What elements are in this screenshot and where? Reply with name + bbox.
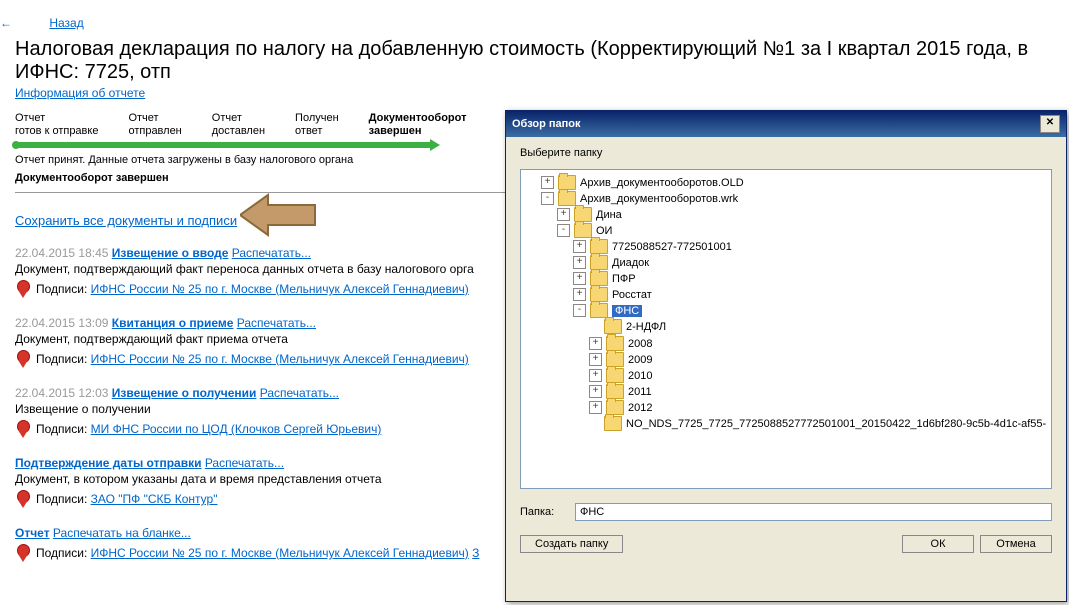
folder-icon — [558, 175, 576, 190]
folder-tree[interactable]: +Архив_документооборотов.OLD -Архив_доку… — [520, 169, 1052, 489]
save-all-link[interactable]: Сохранить все документы и подписи — [15, 213, 237, 228]
back-link[interactable]: Назад — [49, 16, 83, 30]
sig-label: Подписи: — [36, 546, 87, 560]
tree-node-selected[interactable]: -ФНС — [573, 303, 642, 318]
signature-link[interactable]: ИФНС России № 25 по г. Москве (Мельничук… — [91, 282, 469, 296]
tree-node[interactable]: -Архив_документооборотов.wrk — [541, 191, 738, 206]
doc-timestamp: 22.04.2015 12:03 — [15, 386, 108, 400]
tree-node[interactable]: +Росстат — [573, 287, 652, 302]
doc-title-link[interactable]: Квитанция о приеме — [112, 316, 234, 330]
folder-icon — [606, 384, 624, 399]
doc-title-link[interactable]: Подтверждение даты отправки — [15, 456, 201, 470]
signature-extra-link[interactable]: З — [472, 546, 479, 560]
sig-label: Подписи: — [36, 282, 87, 296]
folder-icon — [590, 271, 608, 286]
folder-icon — [604, 416, 622, 431]
progress-bar — [15, 142, 435, 148]
folder-icon — [590, 287, 608, 302]
signature-link[interactable]: ИФНС России № 25 по г. Москве (Мельничук… — [91, 546, 469, 560]
doc-title-link[interactable]: Извещение о получении — [112, 386, 257, 400]
tree-node[interactable]: +ПФР — [573, 271, 636, 286]
tree-node[interactable]: -ОИ — [557, 223, 612, 238]
ok-button[interactable]: ОК — [902, 535, 974, 553]
folder-icon — [606, 400, 624, 415]
page-title: Налоговая декларация по налогу на добавл… — [15, 38, 1069, 84]
signature-link[interactable]: ИФНС России № 25 по г. Москве (Мельничук… — [91, 352, 469, 366]
new-folder-button[interactable]: Создать папку — [520, 535, 623, 553]
close-icon[interactable]: ✕ — [1040, 115, 1060, 133]
signature-icon — [15, 280, 30, 298]
print-blank-link[interactable]: Распечатать на бланке... — [53, 526, 191, 540]
tree-node[interactable]: +2008 — [589, 336, 652, 351]
folder-icon — [574, 207, 592, 222]
tree-node[interactable]: 2-НДФЛ — [589, 319, 666, 334]
sig-label: Подписи: — [36, 352, 87, 366]
print-link[interactable]: Распечатать... — [260, 386, 339, 400]
dialog-title: Обзор папок — [512, 118, 581, 130]
signature-icon — [15, 350, 30, 368]
doc-timestamp: 22.04.2015 18:45 — [15, 246, 108, 260]
tree-node[interactable]: +2011 — [589, 384, 652, 399]
report-info-link[interactable]: Информация об отчете — [15, 86, 145, 100]
tree-node[interactable]: +Архив_документооборотов.OLD — [541, 175, 744, 190]
dialog-titlebar: Обзор папок ✕ — [506, 111, 1066, 137]
sig-label: Подписи: — [36, 492, 87, 506]
browse-folder-dialog: Обзор папок ✕ Выберите папку +Архив_доку… — [505, 110, 1067, 602]
sig-label: Подписи: — [36, 422, 87, 436]
tree-node[interactable]: +Диадок — [573, 255, 649, 270]
folder-field-label: Папка: — [520, 506, 575, 518]
signature-icon — [15, 420, 30, 438]
folder-icon — [606, 352, 624, 367]
tree-node[interactable]: NO_NDS_7725_7725_7725088527772501001_201… — [589, 416, 1046, 431]
doc-timestamp: 22.04.2015 13:09 — [15, 316, 108, 330]
tree-node[interactable]: +2009 — [589, 352, 652, 367]
back-arrow-icon: ← — [0, 16, 12, 30]
folder-icon — [590, 303, 608, 318]
dialog-prompt: Выберите папку — [520, 147, 1052, 159]
signature-link[interactable]: МИ ФНС России по ЦОД (Клочков Сергей Юрь… — [91, 422, 382, 436]
tree-node[interactable]: +2010 — [589, 368, 652, 383]
annotation-arrow-icon — [240, 190, 320, 240]
folder-input[interactable] — [575, 503, 1052, 521]
folder-icon — [606, 368, 624, 383]
print-link[interactable]: Распечатать... — [205, 456, 284, 470]
folder-icon — [590, 239, 608, 254]
folder-icon — [558, 191, 576, 206]
tree-node[interactable]: +2012 — [589, 400, 652, 415]
signature-icon — [15, 490, 30, 508]
tree-node[interactable]: +Дина — [557, 207, 622, 222]
print-link[interactable]: Распечатать... — [232, 246, 311, 260]
cancel-button[interactable]: Отмена — [980, 535, 1052, 553]
folder-icon — [574, 223, 592, 238]
doc-title-link[interactable]: Извещение о вводе — [112, 246, 229, 260]
folder-icon — [606, 336, 624, 351]
folder-icon — [590, 255, 608, 270]
tree-node[interactable]: +7725088527-772501001 — [573, 239, 732, 254]
folder-icon — [604, 319, 622, 334]
signature-icon — [15, 544, 30, 562]
print-link[interactable]: Распечатать... — [237, 316, 316, 330]
signature-link[interactable]: ЗАО "ПФ "СКБ Контур" — [91, 492, 218, 506]
doc-title-link[interactable]: Отчет — [15, 526, 50, 540]
